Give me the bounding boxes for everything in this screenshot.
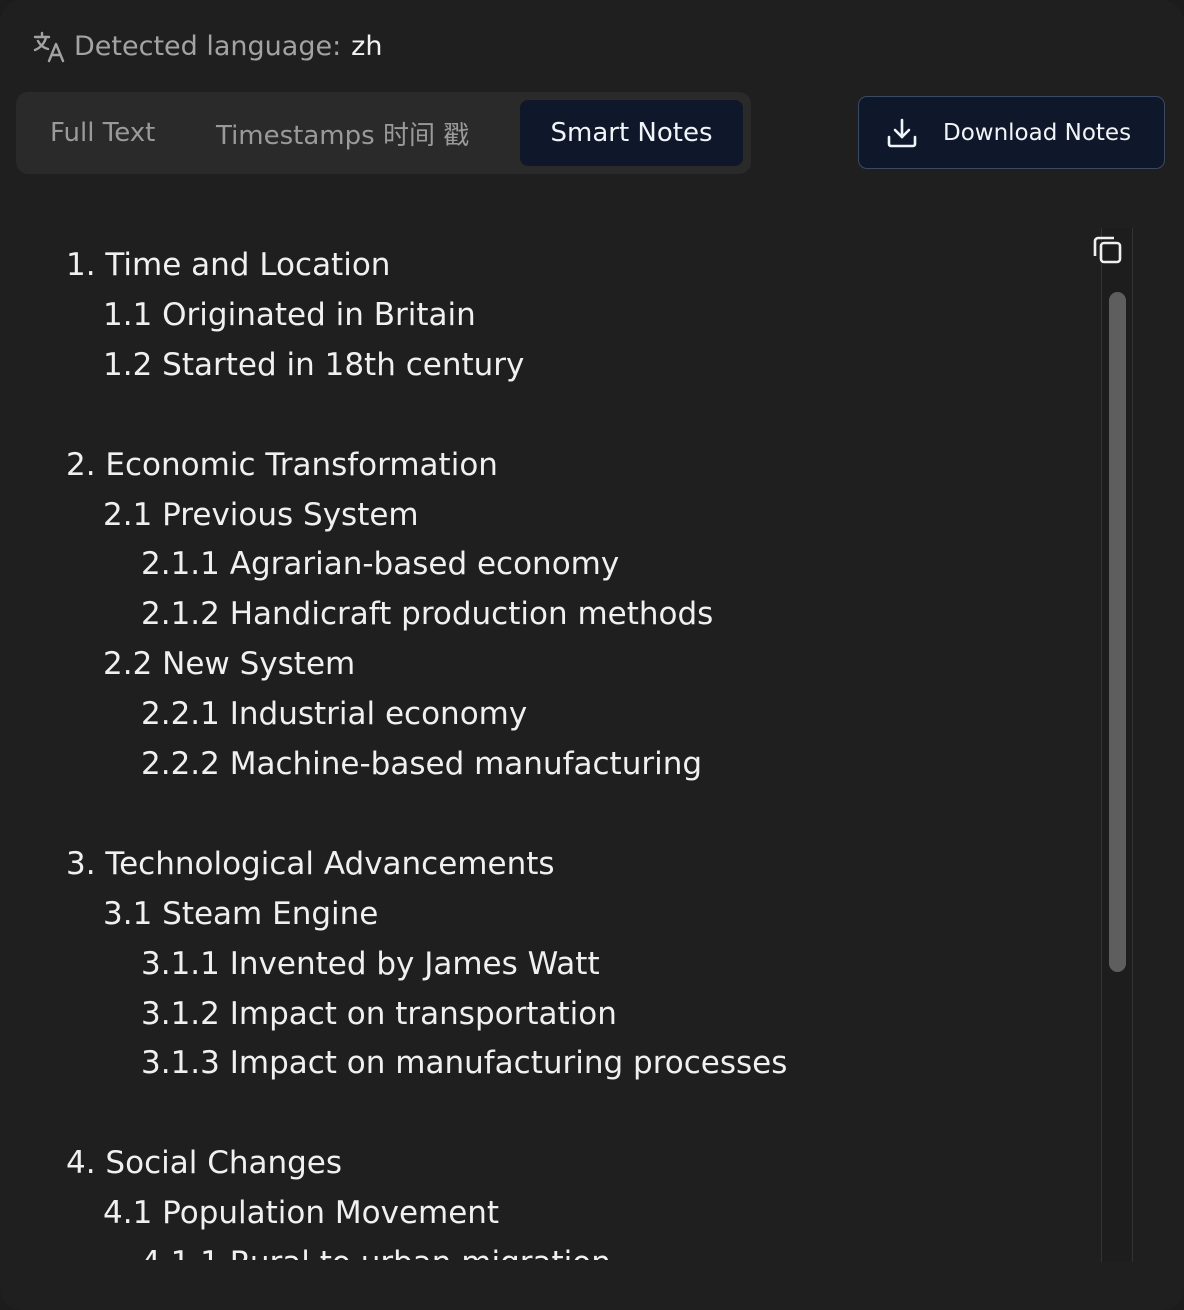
note-item-level-2: 2.1.2 Handicraft production methods <box>141 596 714 633</box>
transcript-panel: Detected language: zh Full Text Timestam… <box>0 0 1184 1310</box>
smart-notes-content: 1. Time and Location 1.1 Originated in Br… <box>0 230 1090 1260</box>
tab-timestamps[interactable]: Timestamps 时间 戳 <box>192 100 522 166</box>
note-item-level-2: 2.2.1 Industrial economy <box>141 696 528 733</box>
note-item-level-1: 1.1 Originated in Britain <box>103 296 476 333</box>
note-item-level-1: 4.1 Population Movement <box>103 1195 500 1232</box>
download-icon <box>887 118 917 147</box>
scrollbar-thumb[interactable] <box>1109 292 1126 972</box>
note-item-level-2: 3.1.1 Invented by James Watt <box>141 945 600 982</box>
note-item-level-0: 3. Technological Advancements <box>66 845 555 882</box>
note-item-level-1: 3.1 Steam Engine <box>103 895 379 932</box>
detected-language-row: Detected language: zh <box>32 28 382 64</box>
note-item-level-0: 2. Economic Transformation <box>66 446 498 483</box>
tab-full-text[interactable]: Full Text <box>26 100 202 166</box>
translate-icon <box>33 31 65 63</box>
note-item-level-2: 2.2.2 Machine-based manufacturing <box>141 746 703 782</box>
note-item-level-2: 3.1.3 Impact on manufacturing processes <box>141 1045 788 1082</box>
note-item-level-2: 4.1.1 Rural to urban migration <box>141 1238 611 1260</box>
note-item-level-2: 3.1.2 Impact on transportation <box>141 995 617 1032</box>
note-item-level-0: 1. Time and Location <box>66 247 391 283</box>
copy-icon[interactable] <box>1090 232 1126 268</box>
detected-language-value: zh <box>351 30 383 62</box>
note-item-level-1: 1.2 Started in 18th century <box>103 346 525 383</box>
view-tabs: Full Text Timestamps 时间 戳 Smart Notes <box>16 92 751 174</box>
note-item-level-1: 2.1 Previous System <box>103 496 419 533</box>
download-notes-button[interactable]: Download Notes <box>858 96 1165 169</box>
download-notes-label: Download Notes <box>943 119 1132 146</box>
note-item-level-2: 2.1.1 Agrarian-based economy <box>141 546 620 583</box>
note-item-level-0: 4. Social Changes <box>66 1145 343 1182</box>
tab-smart-notes[interactable]: Smart Notes <box>520 100 743 166</box>
note-item-level-1: 2.2 New System <box>103 646 356 683</box>
detected-language-label: Detected language: <box>74 30 342 62</box>
